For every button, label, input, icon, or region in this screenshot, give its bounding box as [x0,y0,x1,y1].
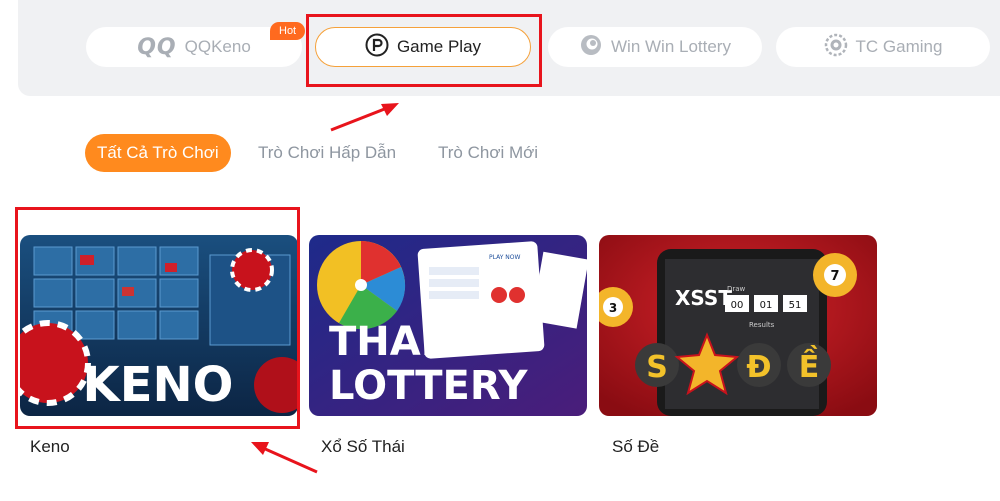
so-de-results-text: Results [749,321,775,329]
so-de-artwork: XSST Draw 00 01 51 Results 7 3 S Đ Ề [599,235,877,416]
tab-new-games[interactable]: Trò Chơi Mới [438,134,538,172]
qqkeno-logo-icon: QQ [137,34,177,60]
ball-number: 7 [830,269,839,284]
highlight-box-keno [15,207,300,429]
thai-art-title-2: LOTTERY [329,363,528,409]
provider-win-win-lottery[interactable]: Win Win Lottery [548,27,762,67]
tab-featured-games[interactable]: Trò Chơi Hấp Dẫn [258,134,396,172]
so-de-art-letter: S [646,350,668,385]
game-label-so-de[interactable]: Số Đề [612,437,659,457]
so-de-screen-sub: Draw [727,285,746,293]
game-label-thai-lottery[interactable]: Xổ Số Thái [321,437,405,457]
so-de-art-letter: Ề [799,345,820,385]
thai-art-title-1: THAI [329,319,436,365]
game-card-thai-lottery[interactable]: PLAY NOW THAI LOTTERY [309,235,587,416]
tc-gaming-logo-icon [824,33,848,62]
game-card-so-de[interactable]: XSST Draw 00 01 51 Results 7 3 S Đ Ề [599,235,877,416]
highlight-box-provider [306,14,542,87]
provider-label: QQKeno [184,37,251,56]
so-de-timer-seconds: 51 [789,300,802,311]
provider-tc-gaming[interactable]: TC Gaming [776,27,990,67]
thai-screen-play-now: PLAY NOW [489,254,521,261]
provider-label: TC Gaming [855,37,943,56]
so-de-screen-title: XSST [675,286,732,310]
provider-label: Win Win Lottery [611,37,731,56]
hot-badge: Hot [270,22,306,40]
so-de-art-letter: Đ [746,350,771,385]
annotation-arrow-icon [251,442,318,474]
so-de-timer-hours: 00 [731,300,744,311]
win-win-logo-icon [579,33,603,62]
annotation-arrow-icon [330,103,399,132]
tab-all-games[interactable]: Tất Cả Trò Chơi [85,134,231,172]
so-de-timer-minutes: 01 [760,300,773,311]
game-label-keno[interactable]: Keno [30,437,70,457]
ball-number: 3 [609,301,617,315]
thai-lottery-artwork: PLAY NOW THAI LOTTERY [309,235,587,416]
